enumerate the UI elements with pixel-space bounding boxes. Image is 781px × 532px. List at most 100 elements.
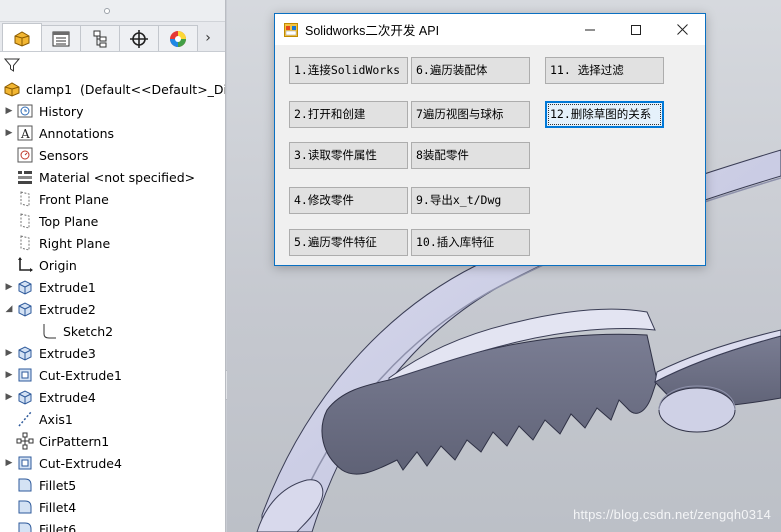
- circular-pattern-icon: [16, 432, 34, 450]
- panel-grip-handle[interactable]: [104, 8, 110, 14]
- origin-icon: [16, 256, 34, 274]
- tab-configuration-manager[interactable]: [80, 25, 120, 51]
- plane-icon: [16, 234, 34, 252]
- tree-item-label: Extrude2: [39, 301, 96, 317]
- api-function-button[interactable]: 12.删除草图的关系: [545, 101, 664, 128]
- watermark: https://blog.csdn.net/zengqh0314: [573, 507, 771, 522]
- tree-item[interactable]: ▶ A Annotations: [0, 122, 225, 144]
- annotations-icon: A: [16, 124, 34, 142]
- api-function-button[interactable]: 11. 选择过滤: [545, 57, 664, 84]
- tree-item[interactable]: Fillet6: [0, 518, 225, 532]
- history-icon: [16, 102, 34, 120]
- tab-dimxpert-manager[interactable]: [119, 25, 159, 51]
- tree-item[interactable]: Top Plane: [0, 210, 225, 232]
- api-function-button[interactable]: 9.导出x_t/Dwg: [411, 187, 530, 214]
- tree-root-part[interactable]: clamp1 (Default<<Default>_Display State …: [0, 78, 225, 100]
- part-name: clamp1: [26, 81, 73, 97]
- extrude-icon: [16, 388, 34, 406]
- extrude-icon: [16, 344, 34, 362]
- api-function-button[interactable]: 10.插入库特征: [411, 229, 530, 256]
- tree-item[interactable]: Fillet5: [0, 474, 225, 496]
- extrude-icon: [16, 300, 34, 318]
- tree-item[interactable]: ▶ Cut-Extrude4: [0, 452, 225, 474]
- expand-arrow-icon[interactable]: ▶: [2, 370, 16, 380]
- filter-row: [0, 52, 225, 78]
- manager-tabbar: ›: [0, 22, 225, 52]
- expand-arrow-icon[interactable]: ▶: [2, 392, 16, 402]
- expand-arrow-icon[interactable]: ▶: [2, 282, 16, 292]
- svg-text:A: A: [20, 127, 30, 141]
- tree-item-label: Sketch2: [63, 323, 114, 339]
- clamp-boss: [658, 387, 736, 433]
- tree-item-label: Origin: [39, 257, 77, 273]
- tree-item[interactable]: ▶ Cut-Extrude1: [0, 364, 225, 386]
- extrude-icon: [16, 278, 34, 296]
- maximize-icon: [631, 24, 641, 35]
- feature-manager-icon: [14, 30, 30, 47]
- tree-item[interactable]: ▶ Extrude3: [0, 342, 225, 364]
- tree-item-label: Extrude3: [39, 345, 96, 361]
- expand-arrow-icon[interactable]: ▶: [2, 106, 16, 116]
- tree-item[interactable]: ▶ History: [0, 100, 225, 122]
- api-function-button[interactable]: 7遍历视图与球标: [411, 101, 530, 128]
- close-icon: [676, 24, 688, 35]
- tree-item[interactable]: ▶ Extrude4: [0, 386, 225, 408]
- api-function-button[interactable]: 6.遍历装配体: [411, 57, 530, 84]
- tabs-scroll-right-icon[interactable]: ›: [197, 25, 219, 51]
- tree-item-label: Sensors: [39, 147, 89, 163]
- tree-item-label: CirPattern1: [39, 433, 110, 449]
- expand-arrow-icon[interactable]: ▶: [2, 348, 16, 358]
- tree-item-label: Fillet5: [39, 477, 77, 493]
- property-manager-icon: [52, 31, 70, 46]
- fillet-icon: [16, 498, 34, 516]
- fillet-icon: [16, 476, 34, 494]
- tree-item-label: Right Plane: [39, 235, 111, 251]
- expand-arrow-icon[interactable]: ▶: [2, 458, 16, 468]
- dialog-title: Solidworks二次开发 API: [305, 24, 440, 38]
- dialog-body: 1.连接SolidWorks 2.打开和创建 3.读取零件属性 4.修改零件 5.遍历零…: [275, 45, 705, 265]
- tree-item[interactable]: Fillet4: [0, 496, 225, 518]
- dialog-titlebar[interactable]: Solidworks二次开发 API: [275, 14, 705, 45]
- tree-item-label: Fillet6: [39, 521, 77, 532]
- tab-display-manager[interactable]: [158, 25, 198, 51]
- tree-item[interactable]: Axis1: [0, 408, 225, 430]
- tree-item[interactable]: ◢ Extrude2: [0, 298, 225, 320]
- tab-property-manager[interactable]: [41, 25, 81, 51]
- api-dialog-window: Solidworks二次开发 API 1.连接SolidWorks 2.打开和创建…: [274, 13, 706, 266]
- sketch-icon: [40, 322, 58, 340]
- tree-item-label: Axis1: [39, 411, 73, 427]
- api-function-button[interactable]: 1.连接SolidWorks: [289, 57, 408, 84]
- tree-item[interactable]: Material <not specified>: [0, 166, 225, 188]
- maximize-button[interactable]: [613, 14, 659, 45]
- api-function-button[interactable]: 4.修改零件: [289, 187, 408, 214]
- tree-item[interactable]: ▶ Extrude1: [0, 276, 225, 298]
- tree-item[interactable]: CirPattern1: [0, 430, 225, 452]
- fillet-icon: [16, 520, 34, 532]
- tab-feature-manager[interactable]: [2, 23, 42, 51]
- tree-item-label: History: [39, 103, 84, 119]
- close-button[interactable]: [659, 14, 705, 45]
- tree-item[interactable]: Origin: [0, 254, 225, 276]
- plane-icon: [16, 190, 34, 208]
- expand-arrow-icon[interactable]: ▶: [2, 128, 16, 138]
- api-function-button[interactable]: 2.打开和创建: [289, 101, 408, 128]
- tree-item-label: Front Plane: [39, 191, 109, 207]
- tree-item[interactable]: Sketch2: [0, 320, 225, 342]
- cut-extrude-icon: [16, 454, 34, 472]
- material-icon: [16, 168, 34, 186]
- minimize-button[interactable]: [567, 14, 613, 45]
- part-configuration: (Default<<Default>_Display State 1>): [80, 81, 225, 97]
- api-function-button[interactable]: 3.读取零件属性: [289, 142, 408, 169]
- tree-item-label: Cut-Extrude1: [39, 367, 122, 383]
- tree-item-label: Cut-Extrude4: [39, 455, 122, 471]
- api-function-button[interactable]: 5.遍历零件特征: [289, 229, 408, 256]
- cut-extrude-icon: [16, 366, 34, 384]
- configuration-manager-icon: [93, 30, 107, 47]
- axis-icon: [16, 410, 34, 428]
- tree-item[interactable]: Sensors: [0, 144, 225, 166]
- api-function-button[interactable]: 8装配零件: [411, 142, 530, 169]
- collapse-arrow-icon[interactable]: ◢: [2, 304, 16, 314]
- tree-item[interactable]: Right Plane: [0, 232, 225, 254]
- tree-item[interactable]: Front Plane: [0, 188, 225, 210]
- filter-icon[interactable]: [4, 57, 20, 73]
